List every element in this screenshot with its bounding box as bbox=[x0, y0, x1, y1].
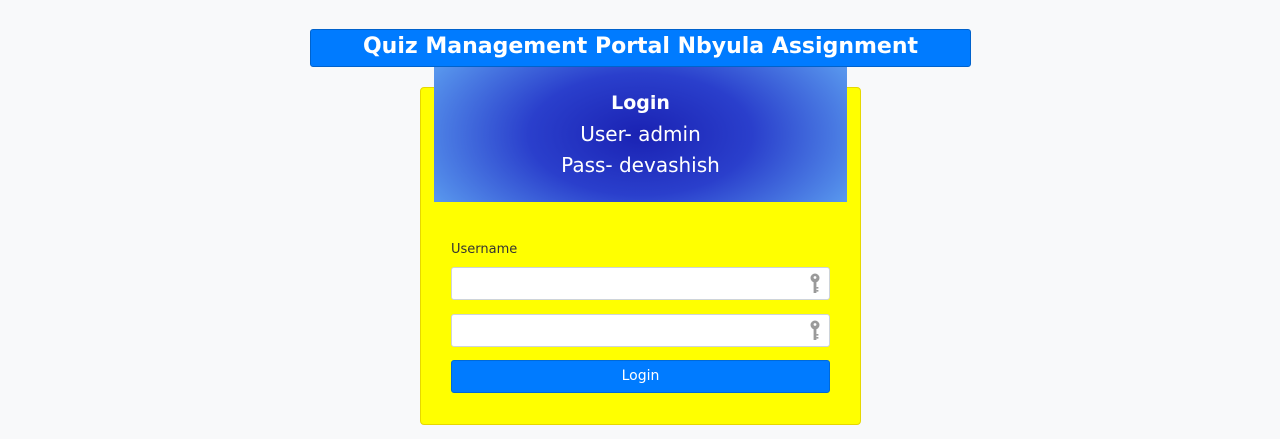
key-icon[interactable] bbox=[809, 320, 821, 342]
password-input[interactable] bbox=[452, 315, 792, 346]
page-title: Quiz Management Portal Nbyula Assignment bbox=[310, 29, 971, 67]
login-button[interactable]: Login bbox=[451, 360, 830, 393]
username-input[interactable] bbox=[452, 268, 792, 299]
username-hint: User- admin bbox=[580, 122, 701, 146]
login-heading: Login bbox=[611, 92, 670, 114]
password-field-wrapper bbox=[451, 314, 830, 347]
key-icon[interactable] bbox=[809, 273, 821, 295]
username-field-wrapper bbox=[451, 267, 830, 300]
username-label: Username bbox=[451, 242, 518, 257]
login-header: Login User- admin Pass- devashish bbox=[434, 67, 847, 202]
password-hint: Pass- devashish bbox=[561, 153, 720, 177]
